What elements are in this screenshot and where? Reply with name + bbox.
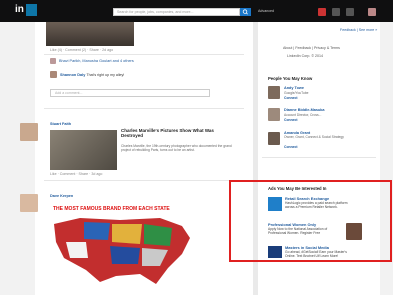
ad-logo[interactable] [268, 246, 282, 258]
connect-button[interactable]: Connect [284, 145, 298, 149]
ads-heading: Ads You May Be Interested In [268, 186, 327, 191]
commenter-avatar[interactable] [50, 71, 57, 78]
connect-button[interactable]: Connect [284, 96, 298, 100]
pymk-heading: People You May Know [268, 76, 313, 81]
ad-text: Go ahead, #GetSocial! Earn your Master's… [285, 250, 347, 259]
article-excerpt: Charles Marville, the 19th-century photo… [121, 144, 232, 153]
post-author[interactable]: Stuart Faith [50, 122, 71, 126]
left-gutter [0, 22, 35, 295]
divider [262, 157, 376, 158]
connect-button[interactable]: Connect [284, 118, 298, 122]
pymk-avatar[interactable] [268, 86, 280, 99]
ad-image[interactable] [346, 223, 362, 240]
divider [44, 108, 244, 109]
linkedin-logo[interactable]: in [13, 4, 26, 16]
post-actions[interactable]: Like · Comment · Share · 3d ago [50, 172, 102, 176]
comment-text: That's right up my alley! [86, 73, 125, 77]
ad-text: Apply Now to the National Association of… [268, 227, 328, 236]
pymk-name[interactable]: Andy Towe [284, 86, 304, 90]
feedback-link[interactable]: Feedback | See more » [340, 28, 377, 32]
divider [44, 180, 244, 181]
search-button[interactable] [240, 8, 251, 16]
pymk-avatar[interactable] [268, 132, 280, 145]
profile-avatar[interactable] [368, 8, 376, 16]
linkedin-logo-box[interactable] [26, 4, 37, 16]
pymk-subtitle: Google/YouTube [284, 91, 309, 95]
pymk-name[interactable]: Dianne Biddle-Masuka [284, 108, 325, 112]
ad-logo[interactable] [268, 197, 282, 211]
top-navigation-bar: in Search for people, jobs, companies, a… [0, 0, 393, 22]
notifications-icon[interactable] [332, 8, 340, 16]
add-comment-input[interactable]: Add a comment... [50, 89, 210, 97]
advanced-search-link[interactable]: Advanced [258, 9, 274, 13]
post-image-title: THE MOST FAMOUS BRAND FROM EACH STATE [53, 206, 170, 212]
pymk-avatar[interactable] [268, 108, 280, 121]
search-icon [242, 9, 248, 15]
article-thumbnail[interactable] [50, 130, 117, 170]
add-connections-icon[interactable] [346, 8, 354, 16]
likers-icon [50, 58, 56, 64]
copyright: LinkedIn Corp. © 2014 [287, 54, 324, 58]
commenter-name[interactable]: Shannon Daly [60, 73, 85, 77]
pymk-subtitle: Owner, Grant, Connect & Social Strategy [284, 135, 344, 139]
article-title[interactable]: Charles Marville's Pictures Show What Wa… [121, 128, 231, 138]
author-avatar[interactable] [20, 123, 38, 141]
post-author[interactable]: Dave Kerpen [50, 194, 73, 198]
likers-text[interactable]: Bhavi Parikh, Manusha Goulart and 4 othe… [59, 59, 134, 63]
author-avatar[interactable] [20, 194, 38, 212]
post-image[interactable] [46, 22, 134, 46]
comment: Shannon Daly That's right up my alley! [60, 72, 124, 77]
us-brand-map-image[interactable] [50, 214, 200, 286]
divider [44, 54, 244, 55]
ad-text: HashLogic provides a paid search platfor… [285, 201, 348, 210]
footer-links[interactable]: About | Feedback | Privacy & Terms [283, 46, 340, 50]
search-input[interactable]: Search for people, jobs, companies, and … [113, 8, 240, 16]
post-actions[interactable]: Like (4) · Comment (2) · Share · 2d ago [50, 48, 113, 52]
pymk-subtitle: Account Director, Cross... [284, 113, 322, 117]
messages-icon[interactable] [318, 8, 326, 16]
